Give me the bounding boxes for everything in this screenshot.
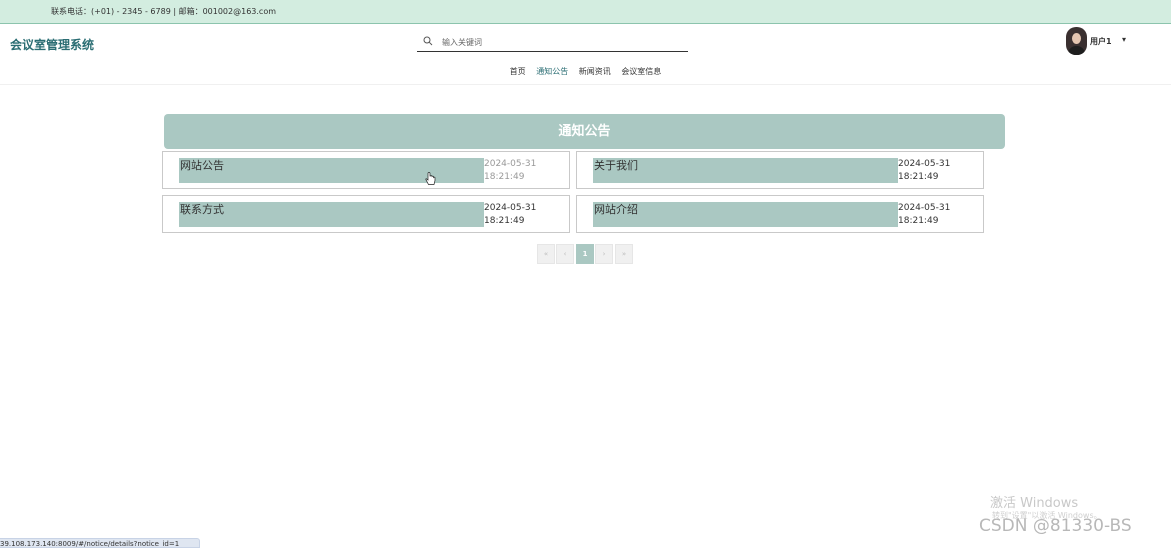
first-page-button[interactable]: « [537,244,555,264]
site-logo[interactable]: 会议室管理系统 [10,36,94,53]
csdn-watermark: CSDN @81330-BS [979,516,1132,536]
prev-page-button[interactable]: ‹ [556,244,574,264]
search-icon[interactable] [423,36,433,46]
notice-title[interactable]: 网站公告 [179,158,484,183]
chevron-down-icon[interactable]: ▾ [1122,35,1126,44]
hand-cursor-icon [425,172,436,185]
notice-title[interactable]: 网站介绍 [593,202,898,227]
next-page-button[interactable]: › [595,244,613,264]
notice-date: 2024-05-31 18:21:49 [898,203,951,226]
top-contact-bar: 联系电话：(+01) - 2345 - 6789 | 邮箱：001002@163… [0,0,1171,24]
contact-info: 联系电话：(+01) - 2345 - 6789 | 邮箱：001002@163… [51,7,277,16]
notice-card[interactable]: 网站介绍 2024-05-31 18:21:49 [576,195,984,233]
nav-item-home[interactable]: 首页 [510,66,526,77]
nav-item-news[interactable]: 新闻资讯 [579,66,611,77]
notice-title[interactable]: 关于我们 [593,158,898,183]
notice-date: 2024-05-31 18:21:49 [484,203,537,226]
site-header: 会议室管理系统 用户1 ▾ 首页 通知公告 新闻资讯 会议室信息 [0,24,1171,85]
section-title: 通知公告 [164,114,1005,149]
notice-card[interactable]: 网站公告 2024-05-31 18:21:49 [162,151,570,189]
notice-title[interactable]: 联系方式 [179,202,484,227]
nav-item-meeting-rooms[interactable]: 会议室信息 [621,66,661,77]
last-page-button[interactable]: » [615,244,633,264]
search-input[interactable] [442,35,672,49]
page-number-button[interactable]: 1 [576,244,594,264]
windows-activation-title: 激活 Windows [990,496,1079,511]
notice-card[interactable]: 联系方式 2024-05-31 18:21:49 [162,195,570,233]
notice-date: 2024-05-31 18:21:49 [484,159,537,182]
user-name[interactable]: 用户1 [1090,36,1112,47]
browser-status-url: 39.108.173.140:8009/#/notice/details?not… [0,538,200,548]
notice-card[interactable]: 关于我们 2024-05-31 18:21:49 [576,151,984,189]
notice-date: 2024-05-31 18:21:49 [898,159,951,182]
search-box [417,33,688,52]
nav-item-notices[interactable]: 通知公告 [536,66,568,77]
main-nav: 首页 通知公告 新闻资讯 会议室信息 [0,66,1171,77]
avatar[interactable] [1066,27,1087,55]
